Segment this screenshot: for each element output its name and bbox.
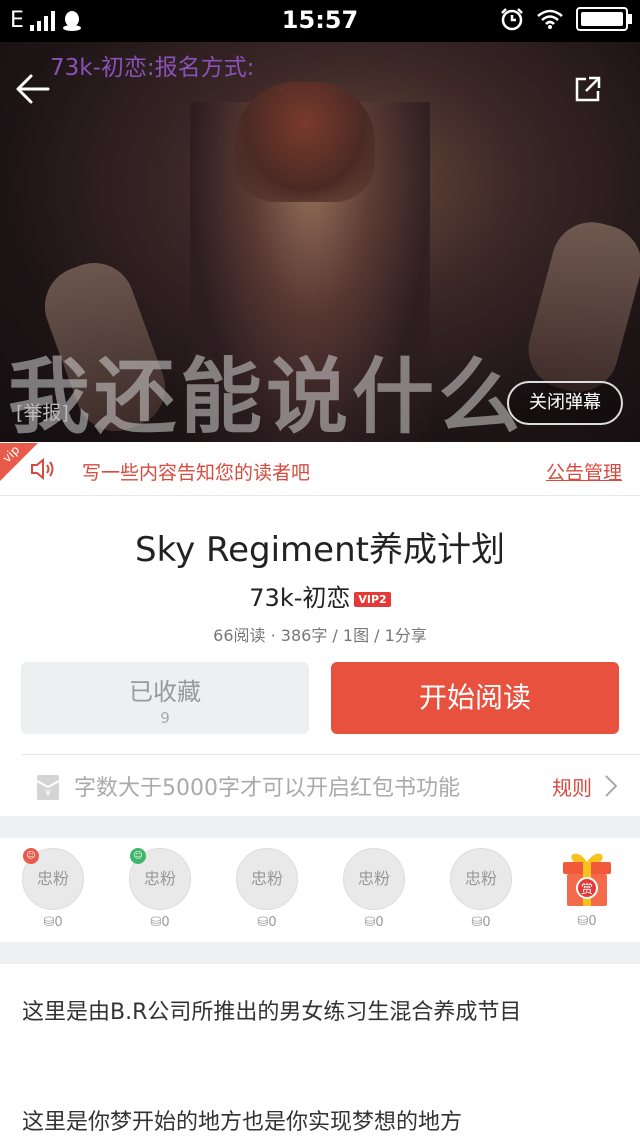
- book-stats: 66阅读 · 386字 / 1图 / 1分享: [213, 626, 427, 645]
- fan-slot[interactable]: 忠粉 ⛁0 ☺: [21, 848, 85, 938]
- red-packet-icon: ¥: [36, 775, 60, 800]
- gift-label: 赏: [581, 882, 593, 896]
- vip-level-badge: VIP2: [354, 591, 391, 607]
- author-row[interactable]: 73k-初恋 VIP2: [0, 578, 640, 613]
- notice-text[interactable]: 写一些内容告知您的读者吧: [82, 458, 310, 485]
- fan-coins: ⛁0: [471, 915, 491, 930]
- cover-hand-right: [519, 213, 640, 401]
- fan-slot[interactable]: 忠粉 ⛁0: [449, 848, 513, 938]
- svg-text:¥: ¥: [45, 789, 51, 799]
- section-separator: [0, 816, 640, 838]
- collected-count: 9: [160, 709, 170, 727]
- divider: [22, 754, 640, 755]
- fan-coins: ⛁0: [257, 915, 277, 930]
- reward-gift-icon[interactable]: 赏: [560, 848, 614, 908]
- status-bar: E 15:57: [0, 0, 640, 42]
- start-reading-button[interactable]: 开始阅读: [331, 662, 619, 734]
- share-icon[interactable]: [574, 75, 602, 103]
- collected-label: 已收藏: [129, 678, 201, 706]
- notice-manage-link[interactable]: 公告管理: [546, 458, 622, 485]
- cover-image[interactable]: 73k-初恋:报名方式: 我还能说什么 [举报] 关闭弹幕: [0, 42, 640, 442]
- book-title: Sky Regiment养成计划: [135, 530, 505, 570]
- fan-coins: ⛁0: [43, 915, 63, 930]
- badge-icon: ☺: [130, 848, 146, 864]
- content-paragraph: 这里是由B.R公司所推出的男女练习生混合养成节目: [22, 1000, 522, 1025]
- cover-caption: 我还能说什么: [8, 350, 525, 442]
- fan-slot[interactable]: 忠粉 ⛁0: [235, 848, 299, 938]
- danmaku-comment: 73k-初恋:报名方式:: [50, 55, 255, 81]
- cover-hair: [235, 82, 375, 202]
- badge-icon: ☺: [23, 848, 39, 864]
- gift-coins: ⛁0: [577, 914, 597, 929]
- speaker-icon: [31, 458, 54, 480]
- chevron-right-icon[interactable]: [604, 774, 618, 798]
- close-danmaku-button[interactable]: 关闭弹幕: [507, 381, 623, 425]
- section-separator: [0, 942, 640, 964]
- rules-link[interactable]: 规则: [552, 772, 592, 801]
- fan-slot[interactable]: 忠粉 ⛁0: [342, 848, 406, 938]
- fan-coins: ⛁0: [150, 915, 170, 930]
- content-paragraph: 这里是你梦开始的地方也是你实现梦想的地方: [22, 1110, 463, 1135]
- report-link[interactable]: [举报]: [16, 398, 69, 425]
- status-right: [500, 7, 632, 31]
- red-packet-hint: 字数大于5000字才可以开启红包书功能: [74, 776, 460, 801]
- battery-icon: [576, 7, 632, 31]
- alarm-icon: [501, 8, 523, 31]
- collected-button[interactable]: 已收藏 9: [21, 662, 309, 734]
- fan-slot[interactable]: 忠粉 ⛁0 ☺: [128, 848, 192, 938]
- fan-avatar: 忠粉: [450, 848, 512, 910]
- wifi-icon: [537, 9, 563, 29]
- author-name[interactable]: 73k-初恋: [249, 584, 350, 612]
- fan-avatar: 忠粉: [343, 848, 405, 910]
- fan-coins: ⛁0: [364, 915, 384, 930]
- back-arrow-icon[interactable]: [14, 70, 52, 108]
- fans-section: [0, 838, 640, 942]
- fan-avatar: 忠粉: [236, 848, 298, 910]
